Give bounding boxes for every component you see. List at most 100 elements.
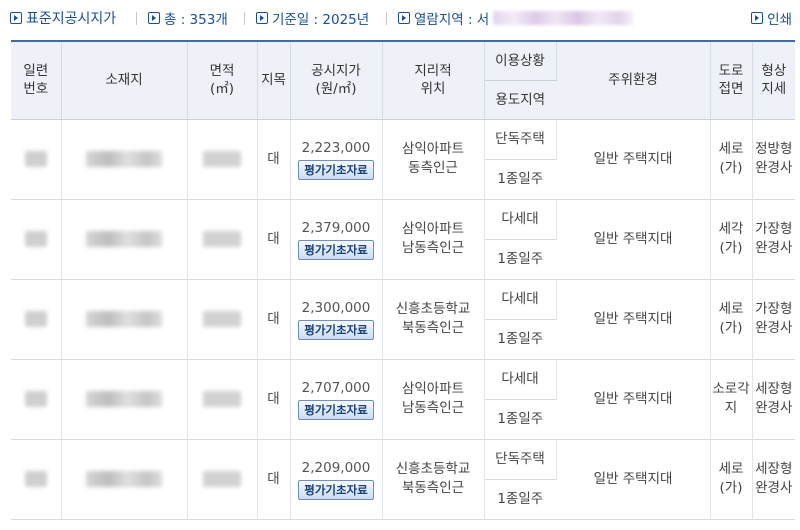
col-header-geo-position: 지리적 위치 xyxy=(382,40,485,120)
region-label: 열람지역 : 서 xyxy=(414,12,490,28)
zoning-cell: 1종일주 xyxy=(484,159,556,200)
price-cell: 2,707,000 평가기초자료 xyxy=(290,359,383,440)
redacted-area xyxy=(203,390,241,407)
print-label: 인쇄 xyxy=(767,12,792,28)
redacted-location xyxy=(86,230,162,247)
col-header-land-category: 지목 xyxy=(257,40,291,120)
redacted-serial xyxy=(24,150,47,167)
surroundings-cell: 일반 주택지대 xyxy=(556,199,711,280)
land-category-cell: 대 xyxy=(257,359,291,440)
location-cell xyxy=(61,279,188,360)
location-cell xyxy=(61,439,188,520)
surroundings-cell: 일반 주택지대 xyxy=(556,119,711,200)
base-date: 기준일 : 2025년 xyxy=(272,12,370,28)
region-group: 열람지역 : 서 xyxy=(398,8,634,28)
geo-position-cell: 신흥초등학교 북동측인근 xyxy=(382,279,485,360)
serial-cell xyxy=(11,439,62,520)
total-count: 총 : 353개 xyxy=(164,12,228,28)
zoning-cell: 1종일주 xyxy=(484,319,556,360)
price-cell: 2,379,000 평가기초자료 xyxy=(290,199,383,280)
land-category-cell: 대 xyxy=(257,199,291,280)
redacted-serial xyxy=(24,230,47,247)
col-header-serial: 일련 번호 xyxy=(11,40,62,120)
road-access-cell: 소로각 지 xyxy=(710,359,753,440)
land-use-cell: 단독주택 xyxy=(484,119,557,160)
land-use-cell: 다세대 xyxy=(484,199,557,240)
land-use-cell: 다세대 xyxy=(484,359,557,400)
area-cell xyxy=(187,199,258,280)
zoning-cell: 1종일주 xyxy=(484,399,556,440)
redacted-location xyxy=(86,390,162,407)
table-row: 대 2,300,000 평가기초자료 신흥초등학교 북동측인근 다세대 일반 주택지대 세로… xyxy=(11,279,795,360)
eval-data-button[interactable]: 평가기초자료 xyxy=(298,399,374,420)
area-cell xyxy=(187,439,258,520)
land-price-table: 일련 번호 소재지 면적 (㎡) 지목 공시지가 (원/㎡) 지리적 위치 이용… xyxy=(11,40,795,520)
area-cell xyxy=(187,359,258,440)
redacted-serial xyxy=(24,390,47,407)
redacted-area xyxy=(203,150,241,167)
price-value: 2,209,000 xyxy=(301,459,371,476)
redacted-region xyxy=(493,11,634,25)
zoning-cell: 1종일주 xyxy=(484,479,556,520)
col-header-land-use: 이용상황 xyxy=(484,40,557,81)
geo-position-cell: 삼익아파트 남동측인근 xyxy=(382,199,485,280)
arrow-box-icon xyxy=(398,12,410,24)
price-value: 2,300,000 xyxy=(301,299,371,316)
road-access-cell: 세각 (가) xyxy=(710,199,753,280)
shape-cell: 세장형 완경사 xyxy=(752,439,795,520)
base-date-group: 기준일 : 2025년 xyxy=(256,8,369,28)
location-cell xyxy=(61,199,188,280)
eval-data-button[interactable]: 평가기초자료 xyxy=(298,159,374,180)
land-category-cell: 대 xyxy=(257,119,291,200)
arrow-box-icon xyxy=(148,12,160,24)
shape-cell: 가장형 완경사 xyxy=(752,279,795,360)
surroundings-cell: 일반 주택지대 xyxy=(556,439,711,520)
geo-position-cell: 신흥초등학교 북동측인근 xyxy=(382,439,485,520)
serial-cell xyxy=(11,359,62,440)
table-row: 대 2,379,000 평가기초자료 삼익아파트 남동측인근 다세대 일반 주택지대 세각 … xyxy=(11,199,795,280)
price-value: 2,379,000 xyxy=(301,219,371,236)
redacted-serial xyxy=(24,470,47,487)
table-row: 대 2,209,000 평가기초자료 신흥초등학교 북동측인근 단독주택 일반 주택지대 세… xyxy=(11,439,795,520)
land-category-cell: 대 xyxy=(257,439,291,520)
zoning-cell: 1종일주 xyxy=(484,239,556,280)
road-access-cell: 세로 (가) xyxy=(710,119,753,200)
eval-data-button[interactable]: 평가기초자료 xyxy=(298,479,374,500)
print-button[interactable]: 인쇄 xyxy=(751,8,792,28)
land-category-cell: 대 xyxy=(257,279,291,360)
table-row: 대 2,707,000 평가기초자료 삼익아파트 남동측인근 다세대 일반 주택지대 소로각… xyxy=(11,359,795,440)
serial-cell xyxy=(11,119,62,200)
arrow-box-icon xyxy=(256,12,268,24)
area-cell xyxy=(187,119,258,200)
geo-position-cell: 삼익아파트 동측인근 xyxy=(382,119,485,200)
eval-data-button[interactable]: 평가기초자료 xyxy=(298,319,374,340)
col-header-shape: 형상 지세 xyxy=(752,40,795,120)
redacted-area xyxy=(203,470,241,487)
eval-data-button[interactable]: 평가기초자료 xyxy=(298,239,374,260)
location-cell xyxy=(61,119,188,200)
shape-cell: 세장형 완경사 xyxy=(752,359,795,440)
col-header-zoning: 용도지역 xyxy=(484,80,556,120)
redacted-location xyxy=(86,470,162,487)
land-use-cell: 다세대 xyxy=(484,279,557,320)
shape-cell: 가장형 완경사 xyxy=(752,199,795,280)
price-cell: 2,300,000 평가기초자료 xyxy=(290,279,383,360)
redacted-serial xyxy=(24,310,47,327)
divider xyxy=(136,12,137,25)
table-body: 대 2,223,000 평가기초자료 삼익아파트 동측인근 단독주택 일반 주택지대 세로 … xyxy=(11,119,795,520)
toolbar: 표준지공시지가 총 : 353개 기준일 : 2025년 열람지역 : 서 인쇄 xyxy=(0,0,800,38)
area-cell xyxy=(187,279,258,360)
geo-position-cell: 삼익아파트 남동측인근 xyxy=(382,359,485,440)
table-row: 대 2,223,000 평가기초자료 삼익아파트 동측인근 단독주택 일반 주택지대 세로 … xyxy=(11,119,795,200)
surroundings-cell: 일반 주택지대 xyxy=(556,279,711,360)
price-cell: 2,209,000 평가기초자료 xyxy=(290,439,383,520)
arrow-box-icon xyxy=(751,12,764,24)
land-use-cell: 단독주택 xyxy=(484,439,557,480)
shape-cell: 정방형 완경사 xyxy=(752,119,795,200)
arrow-box-icon xyxy=(10,12,22,24)
surroundings-cell: 일반 주택지대 xyxy=(556,359,711,440)
location-cell xyxy=(61,359,188,440)
divider xyxy=(386,12,387,25)
price-value: 2,707,000 xyxy=(301,379,371,396)
total-count-group: 총 : 353개 xyxy=(148,8,228,28)
